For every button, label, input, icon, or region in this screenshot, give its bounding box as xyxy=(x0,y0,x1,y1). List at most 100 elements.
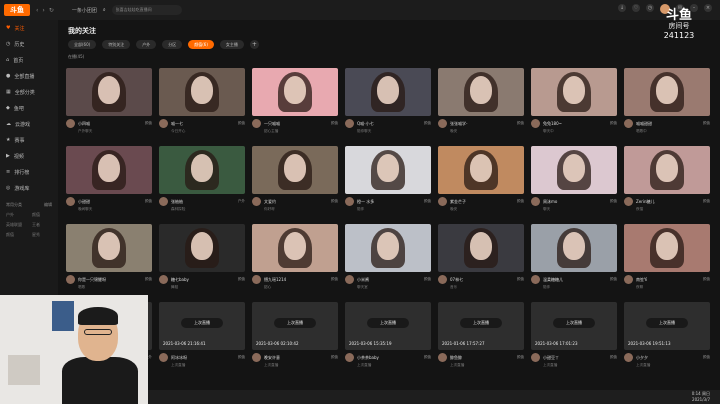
stream-thumbnail[interactable]: 上次直播 2021-03-06 02:10:42 xyxy=(252,302,338,350)
search-input[interactable]: 张喜吉娃娃吃直播间 xyxy=(111,5,182,15)
stream-thumbnail[interactable] xyxy=(345,146,431,194)
streamer-name[interactable]: Q喵-小七 xyxy=(357,121,421,127)
streamer-name[interactable]: 鲸鱼鲸 xyxy=(450,355,514,361)
category-shortcut[interactable]: 星秀 xyxy=(32,232,58,238)
streamer-name[interactable]: 周沫mo xyxy=(543,199,607,205)
system-tray-clock[interactable]: 0:14 周日 2021/3/7 xyxy=(692,391,710,403)
streamer-name[interactable]: 兔兔180~ xyxy=(543,121,607,127)
streamer-name[interactable]: 小甜甜 xyxy=(78,199,142,205)
stream-card[interactable]: 上次直播 2021-01-06 17:57:27 鲸鱼鲸 颜值 上次直播 xyxy=(438,302,524,376)
stream-card[interactable]: 喵喵甜甜 颜值 唱歌中 xyxy=(624,68,710,142)
streamer-avatar[interactable] xyxy=(624,275,633,284)
streamer-avatar[interactable] xyxy=(531,197,540,206)
streamer-name[interactable]: 小四喵 xyxy=(78,121,142,127)
stream-thumbnail[interactable] xyxy=(438,146,524,194)
stream-card[interactable]: 上次直播 2021-03-06 19:51:13 小夕夕 颜值 上次直播 xyxy=(624,302,710,376)
category-shortcut[interactable]: 颜值 xyxy=(6,232,32,238)
filter-chip[interactable]: 全部(60) xyxy=(68,40,97,49)
stream-card[interactable]: 小米酱 颜值 聊天室 xyxy=(345,224,431,298)
stream-thumbnail[interactable] xyxy=(531,68,617,116)
streamer-name[interactable]: Zerin糖儿 xyxy=(636,199,700,205)
streamer-name[interactable]: 张张喵学- xyxy=(450,121,514,127)
sidebar-item[interactable]: ▦ 全部分类 xyxy=(0,84,58,100)
streamer-name[interactable]: 一只喵喵 xyxy=(264,121,328,127)
favorite-icon[interactable]: ♡ xyxy=(632,4,640,12)
stream-card[interactable]: 张柚柚 户外 森林探险 xyxy=(159,146,245,220)
streamer-name[interactable]: 文爱约 xyxy=(264,199,328,205)
streamer-avatar[interactable] xyxy=(252,119,261,128)
history-icon[interactable]: ◷ xyxy=(646,4,654,12)
stream-card[interactable]: 小四喵 颜值 户外聊天 xyxy=(66,68,152,142)
stream-thumbnail[interactable] xyxy=(159,68,245,116)
stream-thumbnail[interactable] xyxy=(66,224,152,272)
sidebar-item[interactable]: ☁ 云游戏 xyxy=(0,116,58,132)
stream-card[interactable]: 懵九瑶1214 颜值 甜心 xyxy=(252,224,338,298)
current-tab[interactable]: 一条小团团 xyxy=(72,7,97,14)
streamer-avatar[interactable] xyxy=(66,275,75,284)
stream-card[interactable]: 温柔糖糖儿 颜值 陪伴 xyxy=(531,224,617,298)
streamer-avatar[interactable] xyxy=(252,197,261,206)
category-shortcut[interactable]: 英雄联盟 xyxy=(6,222,32,228)
streamer-name[interactable]: 你是一只锦鲤呀 xyxy=(78,277,142,283)
stream-thumbnail[interactable] xyxy=(438,68,524,116)
stream-card[interactable]: 喵一七 颜值 今日开心 xyxy=(159,68,245,142)
stream-thumbnail[interactable] xyxy=(66,68,152,116)
stream-thumbnail[interactable]: 上次直播 2021-01-06 17:57:27 xyxy=(438,302,524,350)
streamer-name[interactable]: 小甜豆丫 xyxy=(543,355,607,361)
stream-thumbnail[interactable] xyxy=(66,146,152,194)
category-shortcut[interactable]: 户外 xyxy=(6,212,32,218)
streamer-name[interactable]: 南笙Yi xyxy=(636,277,700,283)
filter-chip[interactable]: 女主播 xyxy=(219,40,244,49)
sidebar-item[interactable]: ◷ 历史 xyxy=(0,36,58,52)
stream-thumbnail[interactable]: 上次直播 2021-03-06 21:16:41 xyxy=(159,302,245,350)
stream-card[interactable]: 橙一 水多 颜值 陪伴 xyxy=(345,146,431,220)
edit-link[interactable]: 编辑 xyxy=(44,202,52,208)
stream-thumbnail[interactable] xyxy=(624,146,710,194)
stream-card[interactable]: 张张喵学- 颜值 晚安 xyxy=(438,68,524,142)
streamer-avatar[interactable] xyxy=(438,353,447,362)
streamer-avatar[interactable] xyxy=(624,119,633,128)
streamer-avatar[interactable] xyxy=(252,353,261,362)
stream-thumbnail[interactable] xyxy=(345,224,431,272)
stream-card[interactable]: 周沫mo 颜值 聊天 xyxy=(531,146,617,220)
add-filter-icon[interactable]: + xyxy=(249,40,259,49)
streamer-name[interactable]: 糖七baby xyxy=(171,277,235,283)
sidebar-item[interactable]: ▶ 视频 xyxy=(0,148,58,164)
filter-chip[interactable]: 户外 xyxy=(136,40,157,49)
refresh-icon[interactable]: ↻ xyxy=(49,7,54,14)
streamer-avatar[interactable] xyxy=(345,197,354,206)
filter-chip[interactable]: 特别关注 xyxy=(102,40,131,49)
stream-card[interactable]: 上次直播 2021-03-06 21:16:41 阿冰冰呀 颜值 上次直播 xyxy=(159,302,245,376)
search-icon[interactable]: ⌕ xyxy=(103,7,106,13)
streamer-avatar[interactable] xyxy=(531,275,540,284)
stream-thumbnail[interactable] xyxy=(624,224,710,272)
streamer-name[interactable]: 橙一 水多 xyxy=(357,199,421,205)
stream-card[interactable]: 糖七baby 颜值 舞蹈 xyxy=(159,224,245,298)
sidebar-item[interactable]: ◎ 游戏库 xyxy=(0,180,58,196)
stream-card[interactable]: 一只喵喵 颜值 甜心主播 xyxy=(252,68,338,142)
stream-thumbnail[interactable] xyxy=(252,146,338,194)
stream-card[interactable]: 紫金芒子 颜值 晚安 xyxy=(438,146,524,220)
sidebar-item[interactable]: ★ 赛事 xyxy=(0,132,58,148)
streamer-avatar[interactable] xyxy=(531,119,540,128)
stream-card[interactable]: Zerin糖儿 颜值 夜猫 xyxy=(624,146,710,220)
stream-card[interactable]: 上次直播 2021-03-06 17:01:23 小甜豆丫 颜值 上次直播 xyxy=(531,302,617,376)
streamer-name[interactable]: 07林七 xyxy=(450,277,514,283)
forward-arrow-icon[interactable]: › xyxy=(42,7,44,14)
category-shortcut[interactable]: 王者 xyxy=(32,222,58,228)
streamer-avatar[interactable] xyxy=(438,119,447,128)
stream-thumbnail[interactable] xyxy=(624,68,710,116)
sidebar-item[interactable]: ≡ 排行榜 xyxy=(0,164,58,180)
stream-thumbnail[interactable] xyxy=(252,224,338,272)
stream-thumbnail[interactable]: 上次直播 2021-03-06 17:01:23 xyxy=(531,302,617,350)
close-icon[interactable]: × xyxy=(704,4,712,12)
streamer-avatar[interactable] xyxy=(252,275,261,284)
streamer-name[interactable]: 懵九瑶1214 xyxy=(264,277,328,283)
stream-thumbnail[interactable] xyxy=(159,146,245,194)
streamer-avatar[interactable] xyxy=(624,197,633,206)
stream-thumbnail[interactable] xyxy=(438,224,524,272)
category-shortcut[interactable]: 颜值 xyxy=(32,212,58,218)
streamer-avatar[interactable] xyxy=(438,197,447,206)
download-icon[interactable]: ↓ xyxy=(618,4,626,12)
stream-card[interactable]: 上次直播 2021-03-06 15:35:19 小茶茶baby 颜值 上次直播 xyxy=(345,302,431,376)
